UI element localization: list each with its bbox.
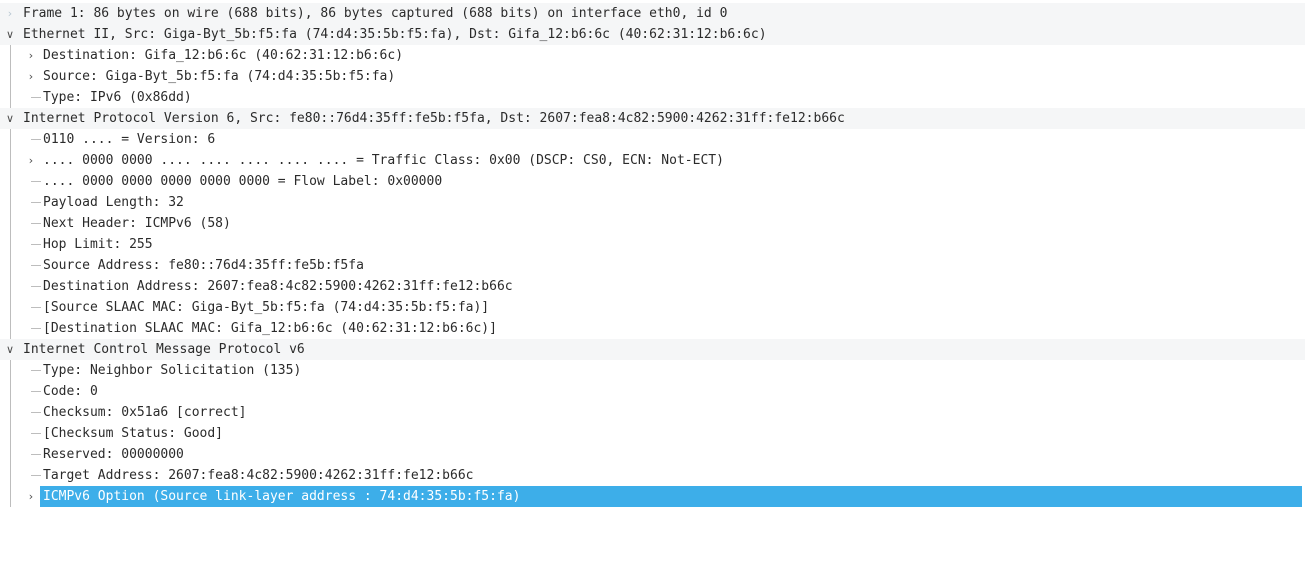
tree-item-ipv6-source-address[interactable]: Source Address: fe80::76d4:35ff:fe5b:f5f… (0, 255, 1305, 276)
tree-item-icmpv6-checksum[interactable]: Checksum: 0x51a6 [correct] (0, 402, 1305, 423)
tree-item-label: Source Address: fe80::76d4:35ff:fe5b:f5f… (43, 258, 364, 273)
tree-item-ipv6-traffic-class[interactable]: › .... 0000 0000 .... .... .... .... ...… (0, 150, 1305, 171)
chevron-down-icon[interactable]: ∨ (3, 24, 17, 45)
tree-item-label: .... 0000 0000 0000 0000 0000 = Flow Lab… (43, 174, 443, 189)
tree-item-label: Checksum: 0x51a6 [correct] (43, 405, 247, 420)
tree-item-icmpv6-target-address[interactable]: Target Address: 2607:fea8:4c82:5900:4262… (0, 465, 1305, 486)
tree-item-icmpv6-code[interactable]: Code: 0 (0, 381, 1305, 402)
tree-item-ipv6-flow-label[interactable]: .... 0000 0000 0000 0000 0000 = Flow Lab… (0, 171, 1305, 192)
tree-item-label: [Destination SLAAC MAC: Gifa_12:b6:6c (4… (43, 321, 497, 336)
chevron-right-icon[interactable]: › (3, 3, 17, 24)
tree-connector (10, 45, 11, 108)
tree-item-label: Ethernet II, Src: Giga-Byt_5b:f5:fa (74:… (23, 27, 767, 42)
tree-item-label: Target Address: 2607:fea8:4c82:5900:4262… (43, 468, 474, 483)
tree-item-label: Destination Address: 2607:fea8:4c82:5900… (43, 279, 513, 294)
tree-item-ipv6-source-slaac[interactable]: [Source SLAAC MAC: Giga-Byt_5b:f5:fa (74… (0, 297, 1305, 318)
tree-item-label: 0110 .... = Version: 6 (43, 132, 216, 147)
tree-item-icmpv6-reserved[interactable]: Reserved: 00000000 (0, 444, 1305, 465)
tree-item-label: Internet Protocol Version 6, Src: fe80::… (23, 111, 845, 126)
tree-item-eth-source[interactable]: › Source: Giga-Byt_5b:f5:fa (74:d4:35:5b… (0, 66, 1305, 87)
tree-connector (10, 129, 11, 339)
tree-item-label: Type: IPv6 (0x86dd) (43, 90, 192, 105)
tree-item-eth-type[interactable]: Type: IPv6 (0x86dd) (0, 87, 1305, 108)
tree-item-ipv6-version[interactable]: 0110 .... = Version: 6 (0, 129, 1305, 150)
tree-item-ipv6-next-header[interactable]: Next Header: ICMPv6 (58) (0, 213, 1305, 234)
packet-details-tree: › Frame 1: 86 bytes on wire (688 bits), … (0, 3, 1305, 507)
tree-item-label: Frame 1: 86 bytes on wire (688 bits), 86… (23, 6, 728, 21)
tree-item-label: Internet Control Message Protocol v6 (23, 342, 305, 357)
tree-item-label: [Checksum Status: Good] (43, 426, 224, 441)
tree-item-ipv6-hop-limit[interactable]: Hop Limit: 255 (0, 234, 1305, 255)
chevron-right-icon[interactable]: › (24, 45, 38, 66)
tree-item-label: [Source SLAAC MAC: Giga-Byt_5b:f5:fa (74… (43, 300, 490, 315)
tree-item-ipv6-payload-length[interactable]: Payload Length: 32 (0, 192, 1305, 213)
tree-item-icmpv6-option[interactable]: › ICMPv6 Option (Source link-layer addre… (0, 486, 1305, 507)
tree-item-label: Code: 0 (43, 384, 98, 399)
tree-item-label: Payload Length: 32 (43, 195, 184, 210)
chevron-right-icon[interactable]: › (24, 150, 38, 171)
tree-item-label: Type: Neighbor Solicitation (135) (43, 363, 302, 378)
tree-item-label: Next Header: ICMPv6 (58) (43, 216, 231, 231)
tree-item-ipv6-destination-address[interactable]: Destination Address: 2607:fea8:4c82:5900… (0, 276, 1305, 297)
tree-item-label: .... 0000 0000 .... .... .... .... .... … (43, 153, 724, 168)
tree-item-ethernet[interactable]: ∨ Ethernet II, Src: Giga-Byt_5b:f5:fa (7… (0, 24, 1305, 45)
tree-item-ipv6[interactable]: ∨ Internet Protocol Version 6, Src: fe80… (0, 108, 1305, 129)
tree-item-label: Reserved: 00000000 (43, 447, 184, 462)
tree-item-frame[interactable]: › Frame 1: 86 bytes on wire (688 bits), … (0, 3, 1305, 24)
chevron-right-icon[interactable]: › (24, 486, 38, 507)
tree-item-icmpv6-type[interactable]: Type: Neighbor Solicitation (135) (0, 360, 1305, 381)
tree-item-label: Hop Limit: 255 (43, 237, 153, 252)
tree-connector (10, 360, 11, 507)
tree-item-eth-destination[interactable]: › Destination: Gifa_12:b6:6c (40:62:31:1… (0, 45, 1305, 66)
tree-item-label: ICMPv6 Option (Source link-layer address… (40, 486, 1302, 507)
tree-item-label: Destination: Gifa_12:b6:6c (40:62:31:12:… (43, 48, 404, 63)
chevron-down-icon[interactable]: ∨ (3, 108, 17, 129)
chevron-down-icon[interactable]: ∨ (3, 339, 17, 360)
tree-item-icmpv6-checksum-status[interactable]: [Checksum Status: Good] (0, 423, 1305, 444)
tree-item-label: Source: Giga-Byt_5b:f5:fa (74:d4:35:5b:f… (43, 69, 396, 84)
tree-item-ipv6-destination-slaac[interactable]: [Destination SLAAC MAC: Gifa_12:b6:6c (4… (0, 318, 1305, 339)
chevron-right-icon[interactable]: › (24, 66, 38, 87)
tree-item-icmpv6[interactable]: ∨ Internet Control Message Protocol v6 (0, 339, 1305, 360)
